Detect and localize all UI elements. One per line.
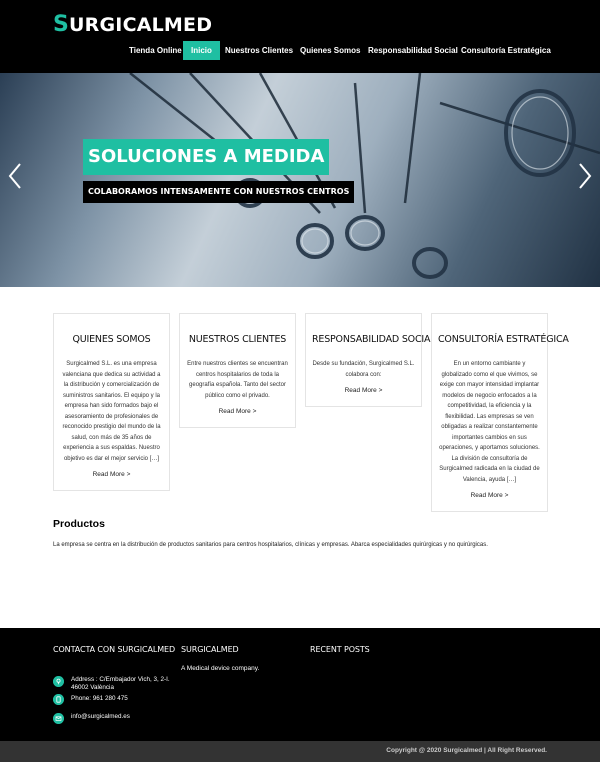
card-responsabilidad-social: RESPONSABILIDAD SOCIAL Desde su fundació… (305, 313, 436, 407)
copyright-bar: Copyright @ 2020 Surgicalmed | All Right… (0, 741, 600, 762)
card-title: RESPONSABILIDAD SOCIAL (312, 334, 436, 345)
contact-email: info@surgicalmed.es (53, 713, 173, 725)
read-more-link[interactable]: Read More > (60, 471, 163, 478)
products-heading: Productos (53, 518, 105, 530)
contact-address: Address : C/Embajador Vich, 3, 2-I. 4600… (53, 676, 173, 694)
map-pin-icon (53, 676, 64, 687)
hero-title: SOLUCIONES A MEDIDA (83, 139, 330, 175)
card-quienes-somos: QUIENES SOMOS Surgicalmed S.L. es una em… (53, 313, 170, 491)
nav-item-quienes-somos[interactable]: Quienes Somos (300, 41, 360, 60)
hero-slider: SOLUCIONES A MEDIDA COLABORAMOS INTENSAM… (0, 73, 600, 287)
contact-phone: Phone: 961 280 475 (53, 694, 173, 706)
products-text: La empresa se centra en la distribución … (53, 542, 488, 548)
card-nuestros-clientes: NUESTROS CLIENTES Entre nuestros cliente… (179, 313, 296, 428)
main-nav: Tienda Online Inicio Nuestros Clientes Q… (0, 41, 600, 60)
footer-recent-posts-title: RECENT POSTS (310, 645, 370, 654)
card-text: Desde su fundación, Surgicalmed S.L. col… (312, 361, 415, 378)
read-more-link[interactable]: Read More > (438, 492, 541, 499)
card-text: En un entorno cambiante y globalizado co… (439, 361, 540, 483)
footer-company-title: SURGICALMED (181, 645, 239, 654)
nav-item-responsabilidad-social[interactable]: Responsabilidad Social (368, 41, 458, 60)
nav-item-consultoria-estrategica[interactable]: Consultoría Estratégica (461, 41, 551, 60)
site-header: SURGICALMED Tienda Online Inicio Nuestro… (0, 0, 600, 73)
footer-company-description: A Medical device company. (181, 665, 260, 672)
footer-contact-title: CONTACTA CON SURGICALMED (53, 645, 176, 654)
card-text: Entre nuestros clientes se encuentran ce… (187, 361, 288, 399)
nav-item-inicio[interactable]: Inicio (183, 41, 220, 60)
hero-subtitle: COLABORAMOS INTENSAMENTE CON NUESTROS CE… (83, 181, 355, 203)
card-consultoria-estrategica: CONSULTORÍA ESTRATÉGICA En un entorno ca… (431, 313, 569, 512)
slider-prev-icon[interactable] (6, 161, 24, 191)
slider-next-icon[interactable] (576, 161, 594, 191)
phone-icon (53, 694, 64, 705)
read-more-link[interactable]: Read More > (186, 408, 289, 415)
site-logo[interactable]: SURGICALMED (53, 12, 212, 37)
envelope-icon (53, 713, 64, 724)
card-title: QUIENES SOMOS (72, 334, 151, 345)
contact-email-link[interactable]: info@surgicalmed.es (71, 713, 130, 721)
card-title: CONSULTORÍA ESTRATÉGICA (438, 334, 569, 345)
contact-address-text: Address : C/Embajador Vich, 3, 2-I. 4600… (71, 676, 170, 691)
contact-phone-text: Phone: 961 280 475 (71, 695, 128, 702)
read-more-link[interactable]: Read More > (312, 387, 415, 394)
copyright-text: Copyright @ 2020 Surgicalmed | All Right… (386, 747, 547, 754)
card-text: Surgicalmed S.L. es una empresa valencia… (62, 361, 161, 462)
card-title: NUESTROS CLIENTES (188, 334, 287, 345)
surgical-instruments-image (129, 73, 600, 279)
nav-item-tienda-online[interactable]: Tienda Online (129, 41, 182, 60)
nav-item-nuestros-clientes[interactable]: Nuestros Clientes (225, 41, 293, 60)
